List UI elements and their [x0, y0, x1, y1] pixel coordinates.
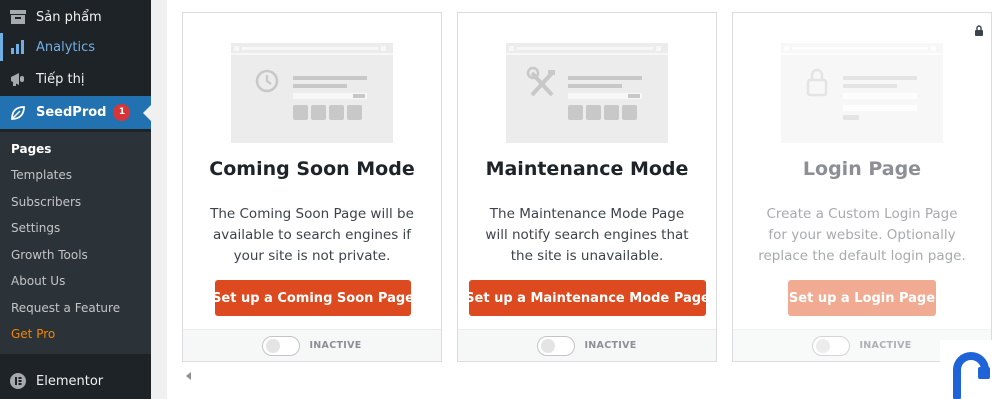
- seedprod-submenu: Pages Templates Subscribers Settings Gro…: [0, 132, 151, 354]
- menu-item-analytics[interactable]: Analytics: [0, 30, 151, 64]
- menu-label: Elementor: [36, 373, 104, 389]
- submenu-templates[interactable]: Templates: [11, 162, 72, 188]
- notification-badge: 1: [113, 104, 131, 121]
- submenu-growth-tools[interactable]: Growth Tools: [11, 242, 88, 268]
- menu-item-marketing[interactable]: Tiếp thị: [0, 62, 151, 96]
- card-description: The Maintenance Mode Page will notify se…: [485, 206, 689, 264]
- card-title: Login Page: [802, 158, 922, 180]
- archive-icon: [0, 9, 36, 25]
- main-content: Coming Soon Mode The Coming Soon Page wi…: [151, 0, 1000, 399]
- status-toggle[interactable]: [537, 335, 576, 356]
- site-logo: [940, 340, 1000, 399]
- card-description: Create a Custom Login Page for your webs…: [758, 206, 966, 264]
- menu-label: Sản phẩm: [36, 9, 102, 25]
- browser-illustration: [506, 43, 668, 147]
- browser-illustration: [231, 43, 393, 147]
- submenu-settings[interactable]: Settings: [11, 215, 60, 241]
- status-label: INACTIVE: [309, 340, 362, 351]
- status-toggle[interactable]: [812, 335, 851, 356]
- coming-soon-card: Coming Soon Mode The Coming Soon Page wi…: [182, 12, 442, 362]
- submenu-pages[interactable]: Pages: [11, 136, 51, 162]
- menu-label: SeedProd: [36, 105, 107, 120]
- login-page-card: Login Page Create a Custom Login Page fo…: [732, 12, 992, 362]
- cards-panel: Coming Soon Mode The Coming Soon Page wi…: [167, 0, 1000, 399]
- status-label: INACTIVE: [859, 340, 912, 351]
- submenu-get-pro[interactable]: Get Pro: [11, 321, 55, 347]
- menu-item-seedprod[interactable]: SeedProd 1: [0, 96, 151, 129]
- setup-maintenance-button[interactable]: Set up a Maintenance Mode Page: [465, 280, 710, 316]
- card-title: Coming Soon Mode: [209, 158, 415, 180]
- card-title: Maintenance Mode: [485, 158, 689, 180]
- seedprod-leaf-icon: [0, 104, 36, 122]
- megaphone-icon: [0, 71, 36, 87]
- maintenance-card: Maintenance Mode The Maintenance Mode Pa…: [457, 12, 717, 362]
- status-label: INACTIVE: [584, 340, 637, 351]
- submenu-about-us[interactable]: About Us: [11, 268, 65, 294]
- card-footer: INACTIVE: [183, 329, 441, 361]
- menu-item-products[interactable]: Sản phẩm: [0, 0, 151, 34]
- admin-sidebar: Sản phẩm Analytics Tiếp thị SeedProd 1 P…: [0, 0, 151, 399]
- submenu-subscribers[interactable]: Subscribers: [11, 189, 81, 215]
- setup-login-page-button[interactable]: Set up a Login Page: [788, 280, 936, 316]
- elementor-icon: [0, 372, 36, 390]
- bar-chart-icon: [0, 39, 36, 55]
- pro-lock-icon: [974, 21, 984, 40]
- scroll-left-arrow[interactable]: [186, 372, 191, 380]
- card-description: The Coming Soon Page will be available t…: [210, 206, 414, 264]
- setup-coming-soon-button[interactable]: Set up a Coming Soon Page: [212, 280, 414, 316]
- menu-label: Analytics: [36, 39, 96, 55]
- status-toggle[interactable]: [262, 335, 301, 356]
- browser-illustration: [781, 43, 943, 147]
- menu-label: Tiếp thị: [36, 71, 85, 87]
- submenu-request-feature[interactable]: Request a Feature: [11, 295, 120, 321]
- card-footer: INACTIVE: [458, 329, 716, 361]
- menu-item-elementor[interactable]: Elementor: [0, 364, 151, 398]
- active-indicator: [0, 33, 3, 61]
